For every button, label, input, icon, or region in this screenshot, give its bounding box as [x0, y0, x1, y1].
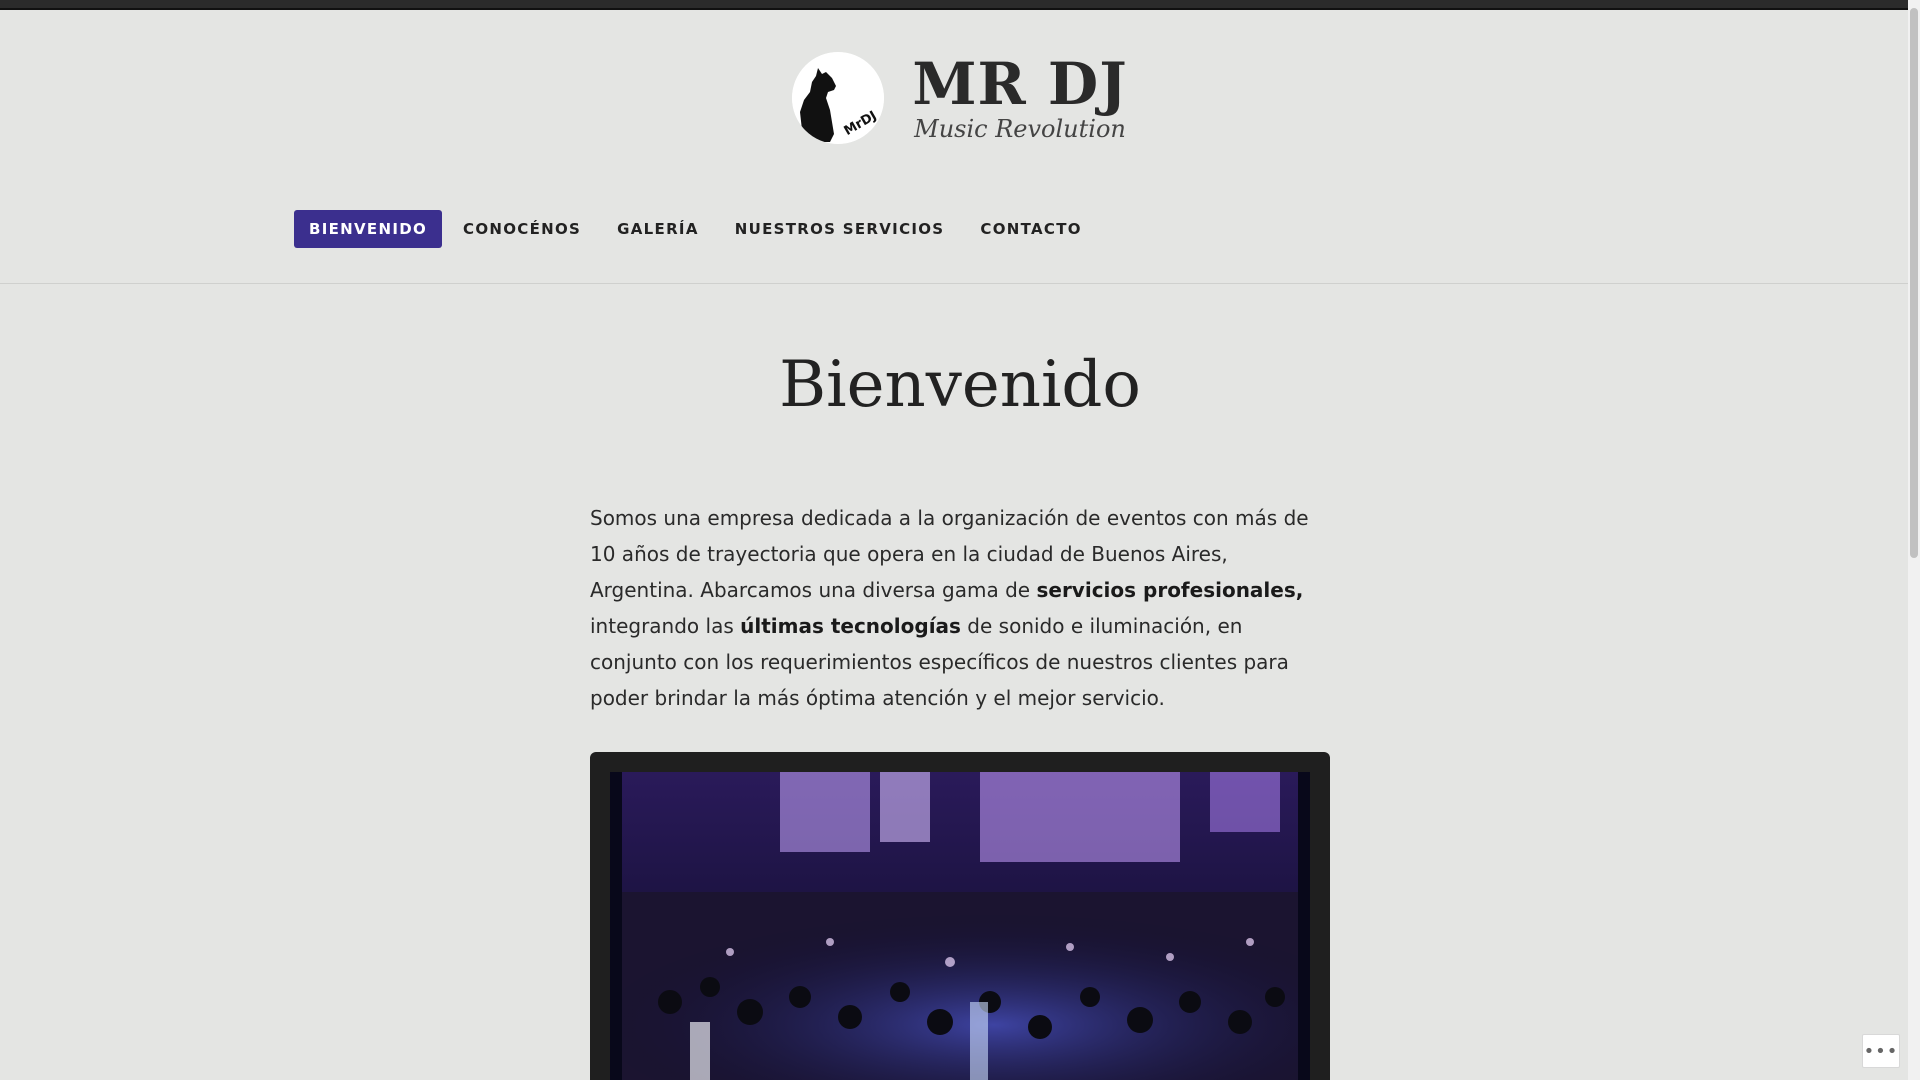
nav-item-galeria[interactable]: GALERÍA [602, 210, 714, 248]
site-branding: MrDJ MR DJ Music Revolution [0, 52, 1920, 144]
intro-text-2: integrando las [590, 614, 741, 638]
logo[interactable]: MrDJ [792, 52, 885, 144]
page-title: Bienvenido [779, 348, 1141, 422]
main-navigation: BIENVENIDO CONOCÉNOS GALERÍA NUESTROS SE… [294, 210, 1097, 248]
ellipsis-icon: ••• [1863, 1040, 1899, 1062]
top-bar [0, 0, 1920, 10]
event-photo [610, 772, 1310, 1080]
more-options-button[interactable]: ••• [1862, 1034, 1900, 1068]
nav-item-nuestros-servicios[interactable]: NUESTROS SERVICIOS [720, 210, 960, 248]
page: MrDJ MR DJ Music Revolution BIENVENIDO C… [0, 0, 1920, 1080]
scrollbar[interactable] [1908, 0, 1920, 1080]
nav-item-contacto[interactable]: CONTACTO [965, 210, 1096, 248]
intro-bold-tecnologias: últimas tecnologías [740, 614, 961, 638]
nav-item-conocenos[interactable]: CONOCÉNOS [448, 210, 596, 248]
site-tagline: Music Revolution [914, 115, 1126, 143]
site-title-group: MR DJ Music Revolution [912, 53, 1127, 143]
intro-bold-servicios: servicios profesionales, [1036, 578, 1304, 602]
event-photo-illustration [610, 772, 1310, 1080]
nav-item-bienvenido[interactable]: BIENVENIDO [294, 210, 443, 248]
header-divider [0, 283, 1920, 284]
intro-paragraph: Somos una empresa dedicada a la organiza… [590, 500, 1330, 716]
image-slideshow[interactable] [590, 752, 1330, 1080]
site-title[interactable]: MR DJ [912, 53, 1127, 115]
scrollbar-thumb[interactable] [1910, 8, 1918, 558]
wolf-howling-icon: MrDJ [792, 52, 885, 144]
